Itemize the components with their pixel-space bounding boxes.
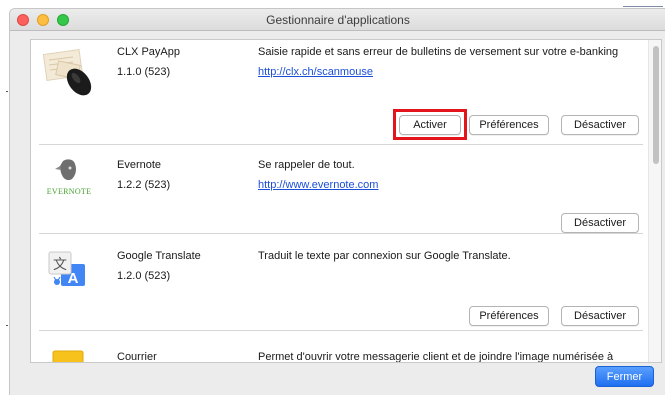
- desktop-edge: [0, 0, 9, 395]
- app-name: CLX PayApp: [117, 46, 180, 58]
- translate-glyph-zh: 文: [53, 257, 67, 273]
- evernote-icon: EVERNOTE: [43, 155, 95, 207]
- preferences-button[interactable]: Préférences: [469, 306, 549, 326]
- scrollbar-thumb[interactable]: [653, 46, 659, 164]
- close-button[interactable]: Fermer: [595, 366, 654, 387]
- edge-mark: [6, 325, 8, 326]
- window-title: Gestionnaire d'applications: [266, 13, 410, 27]
- title-bar[interactable]: Gestionnaire d'applications: [10, 9, 665, 31]
- deactivate-button[interactable]: Désactiver: [561, 306, 639, 326]
- scanmouse-icon: [42, 46, 95, 98]
- evernote-wordmark: EVERNOTE: [46, 187, 92, 196]
- app-list: CLX PayApp 1.1.0 (523) Saisie rapide et …: [30, 39, 662, 363]
- app-name: Evernote: [117, 159, 162, 171]
- google-translate-icon: 文 A: [43, 250, 95, 302]
- app-description: Se rappeler de tout.: [258, 159, 355, 171]
- app-link[interactable]: http://www.evernote.com: [258, 179, 378, 191]
- app-link[interactable]: http://clx.ch/scanmouse: [258, 66, 373, 78]
- app-version: 1.2.2 (523): [117, 179, 171, 191]
- mail-icon: [43, 345, 95, 362]
- app-name: Courrier: [117, 351, 157, 363]
- app-name: Google Translate: [117, 250, 201, 262]
- app-row-courrier: Courrier Permet d'ouvrir votre messageri…: [31, 331, 643, 363]
- translate-glyph-a: A: [68, 270, 79, 287]
- app-manager-window: Gestionnaire d'applications CLX PayApp 1…: [9, 8, 665, 395]
- vertical-scrollbar[interactable]: [648, 40, 661, 362]
- deactivate-button[interactable]: Désactiver: [561, 115, 639, 135]
- activate-button[interactable]: Activer: [399, 115, 461, 135]
- app-row-google-translate: 文 A Google Translate 1.2.0 (523) Traduit…: [31, 234, 643, 330]
- deactivate-button[interactable]: Désactiver: [561, 213, 639, 233]
- app-row-evernote: EVERNOTE Evernote 1.2.2 (523) Se rappele…: [31, 145, 643, 233]
- desktop-line: [623, 6, 663, 7]
- edge-mark: [6, 91, 8, 92]
- app-description: Traduit le texte par connexion sur Googl…: [258, 250, 511, 262]
- app-description: Saisie rapide et sans erreur de bulletin…: [258, 46, 619, 58]
- app-version: 1.1.0 (523): [117, 66, 171, 78]
- app-row-clx-payapp: CLX PayApp 1.1.0 (523) Saisie rapide et …: [31, 40, 643, 144]
- preferences-button[interactable]: Préférences: [469, 115, 549, 135]
- app-version: 1.2.0 (523): [117, 270, 171, 282]
- app-description: Permet d'ouvrir votre messagerie client …: [258, 351, 614, 363]
